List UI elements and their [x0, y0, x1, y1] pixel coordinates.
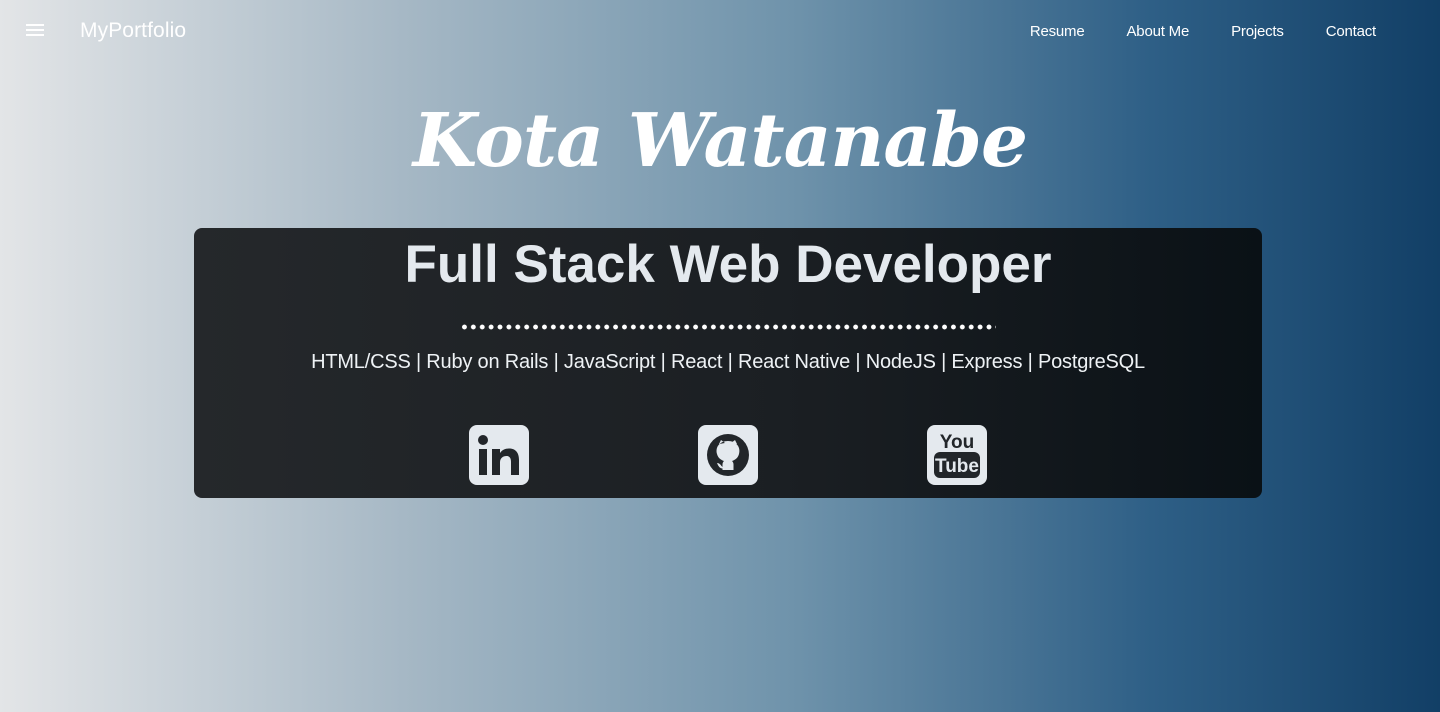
nav-link-contact[interactable]: Contact	[1326, 23, 1376, 40]
brand-logo-link[interactable]: MyPortfolio	[80, 19, 186, 43]
job-title: Full Stack Web Developer	[404, 235, 1052, 294]
nav-links: Resume About Me Projects Contact	[988, 23, 1376, 40]
hamburger-menu-icon[interactable]	[26, 24, 46, 40]
dotted-divider	[460, 324, 996, 330]
youtube-icon[interactable]: You Tube	[927, 425, 987, 485]
linkedin-icon[interactable]	[469, 425, 529, 485]
hero-name: Kota Watanabe	[412, 98, 1028, 184]
navbar: MyPortfolio Resume About Me Projects Con…	[0, 0, 1440, 64]
youtube-you-text: You	[940, 432, 974, 453]
youtube-tube-text: Tube	[935, 456, 979, 477]
github-icon[interactable]	[698, 425, 758, 485]
nav-link-projects[interactable]: Projects	[1231, 23, 1284, 40]
intro-card: Full Stack Web Developer HTML/CSS | Ruby…	[194, 228, 1262, 498]
skills-list: HTML/CSS | Ruby on Rails | JavaScript | …	[311, 351, 1145, 373]
nav-link-about-me[interactable]: About Me	[1127, 23, 1190, 40]
nav-link-resume[interactable]: Resume	[1030, 23, 1085, 40]
